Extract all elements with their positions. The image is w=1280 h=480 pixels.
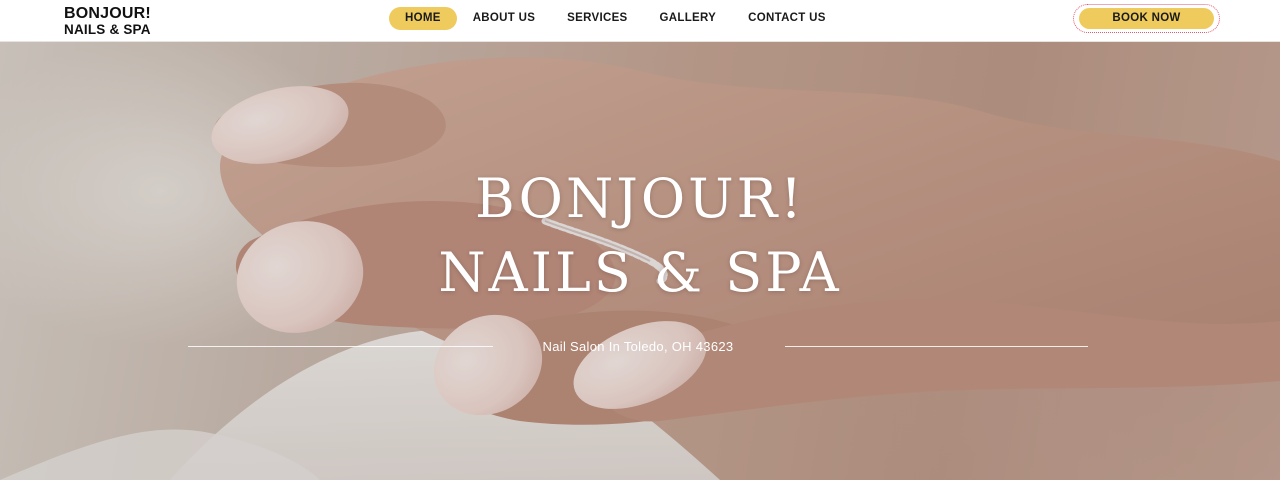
hero-section: BONJOUR! NAILS & SPA Nail Salon In Toled…	[0, 41, 1280, 480]
book-now-button[interactable]: BOOK NOW	[1073, 4, 1220, 33]
hero-title-line-2: NAILS & SPA	[438, 241, 842, 304]
logo[interactable]: BONJOUR! NAILS & SPA	[64, 6, 151, 37]
hero-title-line-1: BONJOUR!	[475, 167, 805, 230]
nav-item-gallery[interactable]: GALLERY	[644, 7, 733, 30]
site-header: BONJOUR! NAILS & SPA HOME ABOUT US SERVI…	[0, 0, 1280, 42]
logo-line-1: BONJOUR!	[64, 5, 151, 22]
main-nav: HOME ABOUT US SERVICES GALLERY CONTACT U…	[389, 7, 842, 30]
tagline-divider-right	[785, 346, 1088, 347]
nav-item-home[interactable]: HOME	[389, 7, 457, 30]
hero-tagline-row: Nail Salon In Toledo, OH 43623	[188, 337, 1088, 357]
nav-item-contact-us[interactable]: CONTACT US	[732, 7, 842, 30]
book-now-label: BOOK NOW	[1079, 8, 1214, 29]
logo-line-2: NAILS & SPA	[64, 22, 151, 37]
nav-item-services[interactable]: SERVICES	[551, 7, 643, 30]
nav-item-about-us[interactable]: ABOUT US	[457, 7, 551, 30]
